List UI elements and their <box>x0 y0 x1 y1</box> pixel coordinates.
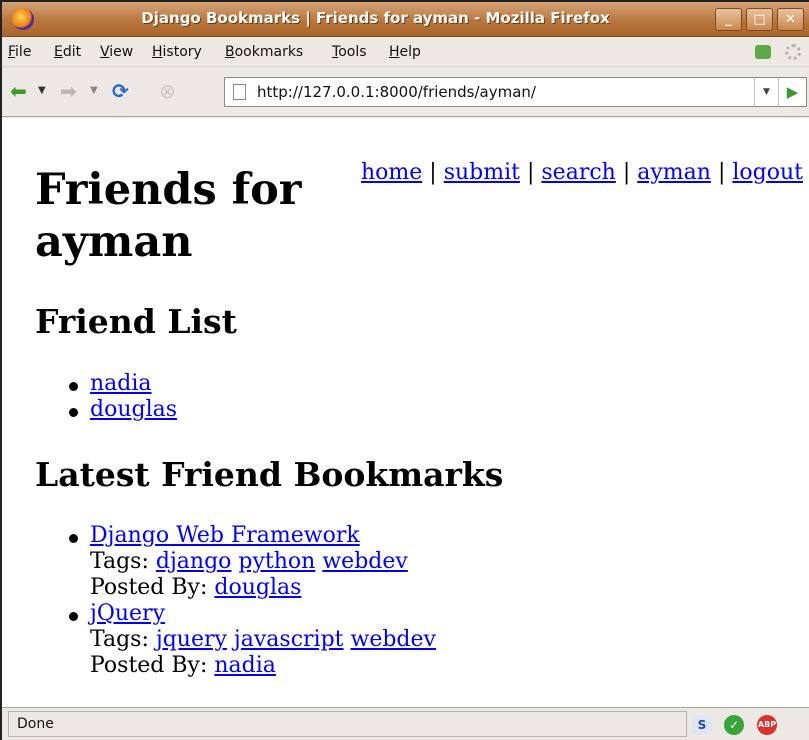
tags-label: Tags: <box>90 627 149 652</box>
friend-list-heading: Friend List <box>35 302 237 341</box>
bookmark-posted-by: Posted By: douglas <box>90 575 436 601</box>
forward-arrow-icon[interactable]: ➡ <box>60 79 77 103</box>
close-button[interactable]: ✕ <box>777 8 804 31</box>
tag-link[interactable]: webdev <box>351 627 436 652</box>
bookmark-title-link[interactable]: Django Web Framework <box>90 523 436 549</box>
window-title: Django Bookmarks | Friends for ayman - M… <box>141 9 610 27</box>
minimize-button[interactable]: _ <box>715 8 742 31</box>
user-link[interactable]: nadia <box>214 653 276 678</box>
bookmark-tags: Tags: django python webdev <box>90 549 436 575</box>
maximize-button[interactable]: □ <box>746 8 773 31</box>
back-arrow-icon[interactable]: ⬅ <box>10 79 27 103</box>
friend-link[interactable]: nadia <box>90 371 152 396</box>
tag-link[interactable]: django <box>156 549 232 574</box>
browser-window: Django Bookmarks | Friends for ayman - M… <box>0 0 809 740</box>
site-nav: home | submit | search | ayman | logout <box>360 160 803 185</box>
bookmark-list: Django Web Framework Tags: django python… <box>62 523 436 679</box>
friend-list: nadia douglas <box>62 371 177 423</box>
stop-icon[interactable]: ⊗ <box>159 79 176 103</box>
adblock-icon[interactable]: ABP <box>757 715 777 735</box>
bullet-icon <box>69 408 78 417</box>
status-bar: Done S ✓ ABP <box>2 707 809 740</box>
tag-link[interactable]: javascript <box>234 627 344 652</box>
nav-search-link[interactable]: search <box>541 160 615 185</box>
menu-bookmarks[interactable]: Bookmarks <box>225 44 303 60</box>
user-link[interactable]: douglas <box>214 575 301 600</box>
tag-link[interactable]: webdev <box>322 549 407 574</box>
forward-history-dropdown-icon[interactable]: ▼ <box>90 79 98 103</box>
url-dropdown-icon[interactable]: ▼ <box>754 78 778 106</box>
status-text: Done <box>8 711 687 737</box>
page-title: Friends for ayman <box>35 165 302 267</box>
tags-label: Tags: <box>90 549 149 574</box>
url-bar[interactable]: http://127.0.0.1:8000/friends/ayman/ ▼ ▶ <box>224 77 807 107</box>
stumble-icon[interactable]: S <box>692 715 712 735</box>
bullet-icon <box>69 534 78 543</box>
nav-submit-link[interactable]: submit <box>444 160 520 185</box>
bookmark-posted-by: Posted By: nadia <box>90 653 436 679</box>
title-bar: Django Bookmarks | Friends for ayman - M… <box>2 2 809 37</box>
latest-bookmarks-heading: Latest Friend Bookmarks <box>35 455 504 494</box>
tag-link[interactable]: python <box>238 549 315 574</box>
page-icon <box>233 84 246 100</box>
list-item: jQuery Tags: jquery javascript webdev Po… <box>62 601 436 679</box>
url-text[interactable]: http://127.0.0.1:8000/friends/ayman/ <box>257 83 536 101</box>
bookmark-title-link[interactable]: jQuery <box>90 601 436 627</box>
addon-icon[interactable] <box>755 45 771 59</box>
menu-history[interactable]: History <box>152 44 202 60</box>
menu-view[interactable]: View <box>100 44 133 60</box>
menu-file[interactable]: File <box>8 44 31 60</box>
nav-logout-link[interactable]: logout <box>732 160 803 185</box>
menu-edit[interactable]: Edit <box>54 44 81 60</box>
throbber-icon <box>785 44 801 60</box>
page-content: home | submit | search | ayman | logout … <box>2 118 809 707</box>
menu-help[interactable]: Help <box>389 44 421 60</box>
friend-link[interactable]: douglas <box>90 397 177 422</box>
nav-home-link[interactable]: home <box>361 160 422 185</box>
menu-tools[interactable]: Tools <box>332 44 367 60</box>
go-arrow-icon[interactable]: ▶ <box>778 78 806 106</box>
bookmark-tags: Tags: jquery javascript webdev <box>90 627 436 653</box>
menu-bar: File Edit View History Bookmarks Tools H… <box>2 37 809 67</box>
list-item: nadia <box>62 371 177 397</box>
posted-by-label: Posted By: <box>90 653 208 678</box>
list-item: douglas <box>62 397 177 423</box>
posted-by-label: Posted By: <box>90 575 208 600</box>
back-history-dropdown-icon[interactable]: ▼ <box>38 79 46 103</box>
bullet-icon <box>69 612 78 621</box>
tag-link[interactable]: jquery <box>156 627 227 652</box>
navigation-toolbar: ⬅ ▼ ➡ ▼ ⟳ ⊗ http://127.0.0.1:8000/friend… <box>2 67 809 117</box>
bullet-icon <box>69 382 78 391</box>
check-icon[interactable]: ✓ <box>724 715 744 735</box>
list-item: Django Web Framework Tags: django python… <box>62 523 436 601</box>
nav-user-link[interactable]: ayman <box>637 160 711 185</box>
reload-icon[interactable]: ⟳ <box>112 79 129 103</box>
